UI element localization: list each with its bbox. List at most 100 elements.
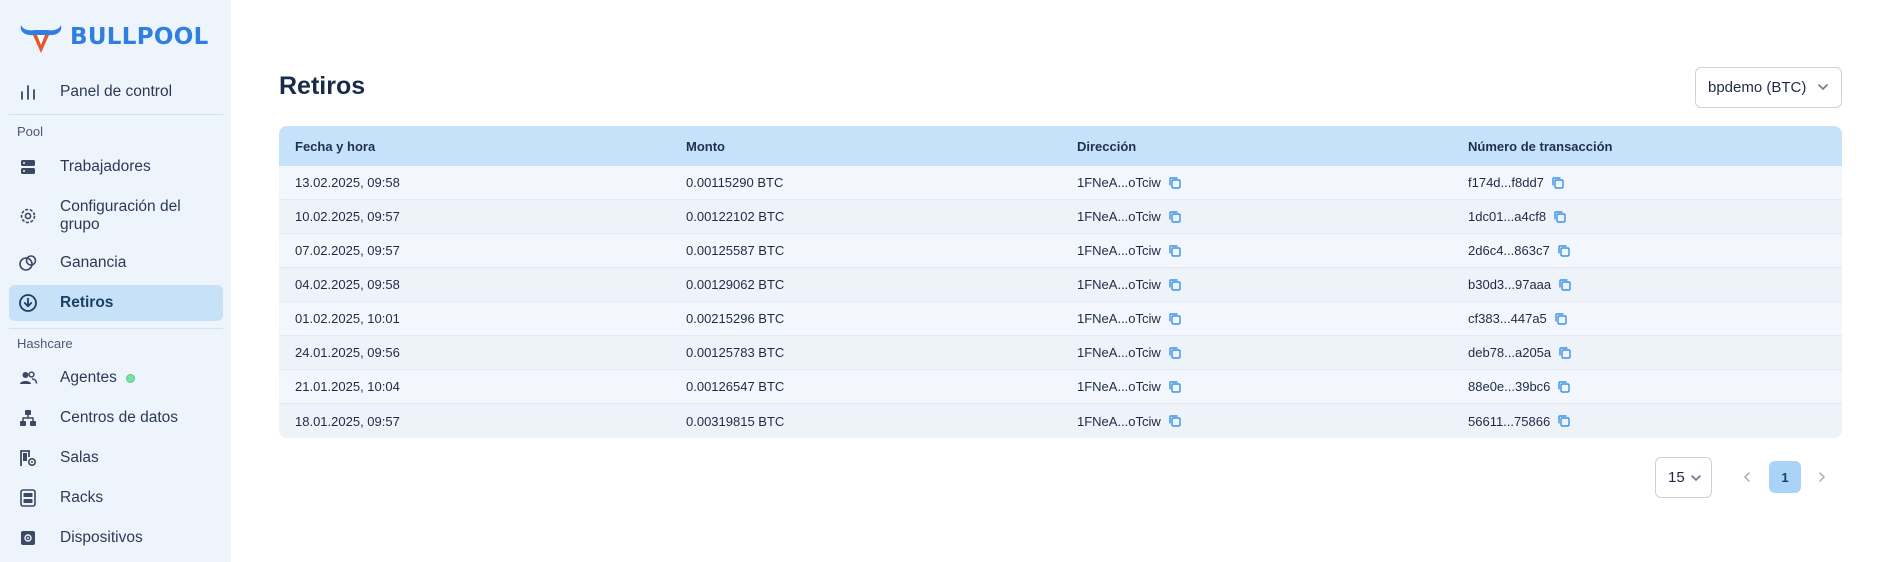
- column-header-date: Fecha y hora: [295, 138, 376, 154]
- table-row: 04.02.2025, 09:58 0.00129062 BTC 1FNeA...o…: [279, 268, 1842, 302]
- sidebar-item-label: Salas: [60, 449, 99, 466]
- transaction-text: deb78...a205a: [1468, 345, 1552, 360]
- account-select-value: bpdemo (BTC): [1708, 79, 1807, 96]
- sidebar-item-label: Agentes: [60, 369, 117, 386]
- cell-transaction: 1dc01...a4cf8: [1468, 209, 1567, 224]
- cell-amount: 0.00122102 BTC: [686, 209, 785, 224]
- chevron-right-icon: [1819, 472, 1826, 482]
- cell-amount: 0.00125783 BTC: [686, 345, 785, 360]
- copy-icon[interactable]: [1558, 346, 1572, 360]
- sidebar-item-panel-de-control[interactable]: Panel de control: [9, 80, 223, 104]
- sidebar-item-racks[interactable]: Racks: [9, 486, 223, 510]
- copy-icon[interactable]: [1168, 244, 1182, 258]
- transaction-text: b30d3...97aaa: [1468, 277, 1552, 292]
- transaction-text: 2d6c4...863c7: [1468, 243, 1550, 258]
- sidebar-item-label: Retiros: [60, 294, 114, 311]
- cell-transaction: deb78...a205a: [1468, 345, 1572, 360]
- chevron-left-icon: [1743, 472, 1750, 482]
- cell-address: 1FNeA...oTciw: [1077, 175, 1182, 190]
- transaction-text: cf383...447a5: [1468, 311, 1547, 326]
- sidebar: BULLPOOL Panel de control Pool Trabajado…: [0, 0, 231, 562]
- copy-icon[interactable]: [1168, 278, 1182, 292]
- next-page-button[interactable]: [1814, 465, 1830, 489]
- account-select[interactable]: bpdemo (BTC): [1695, 67, 1842, 108]
- sidebar-item-label: Trabajadores: [60, 158, 151, 175]
- cell-address: 1FNeA...oTciw: [1077, 209, 1182, 224]
- copy-icon[interactable]: [1554, 312, 1568, 326]
- room-settings-icon: [17, 447, 39, 469]
- cell-address: 1FNeA...oTciw: [1077, 345, 1182, 360]
- table-header: Fecha y hora Monto Dirección Número de t…: [279, 126, 1842, 166]
- chip-icon: [17, 527, 39, 549]
- chevron-down-icon: [1818, 84, 1828, 91]
- sidebar-divider: [9, 328, 223, 329]
- table-row: 01.02.2025, 10:01 0.00215296 BTC 1FNeA...o…: [279, 302, 1842, 336]
- cell-transaction: 2d6c4...863c7: [1468, 243, 1571, 258]
- previous-page-button[interactable]: [1739, 465, 1755, 489]
- sidebar-item-salas[interactable]: Salas: [9, 446, 223, 470]
- copy-icon[interactable]: [1551, 176, 1565, 190]
- cell-address: 1FNeA...oTciw: [1077, 379, 1182, 394]
- address-text: 1FNeA...oTciw: [1077, 243, 1161, 258]
- sidebar-item-agentes[interactable]: Agentes: [9, 366, 223, 390]
- cell-transaction: cf383...447a5: [1468, 311, 1568, 326]
- cell-date: 18.01.2025, 09:57: [295, 413, 400, 429]
- copy-icon[interactable]: [1168, 210, 1182, 224]
- cell-date: 07.02.2025, 09:57: [295, 243, 400, 258]
- sidebar-item-label: Centros de datos: [60, 409, 179, 426]
- copy-icon[interactable]: [1557, 244, 1571, 258]
- copy-icon[interactable]: [1168, 346, 1182, 360]
- copy-icon[interactable]: [1553, 210, 1567, 224]
- cell-amount: 0.00126547 BTC: [686, 379, 785, 394]
- page-title: Retiros: [279, 72, 366, 100]
- gear-icon: [17, 205, 39, 227]
- cell-address: 1FNeA...oTciw: [1077, 277, 1182, 292]
- address-text: 1FNeA...oTciw: [1077, 413, 1161, 429]
- sidebar-item-retiros[interactable]: Retiros: [9, 285, 223, 321]
- cell-transaction: 88e0e...39bc6: [1468, 379, 1571, 394]
- page-size-select[interactable]: 15: [1655, 457, 1712, 498]
- bar-chart-icon: [17, 81, 39, 103]
- copy-icon[interactable]: [1168, 176, 1182, 190]
- coins-icon: [17, 252, 39, 274]
- sidebar-item-centros-de-datos[interactable]: Centros de datos: [9, 406, 223, 430]
- rack-icon: [17, 487, 39, 509]
- cell-date: 13.02.2025, 09:58: [295, 175, 400, 190]
- sidebar-item-dispositivos[interactable]: Dispositivos: [9, 526, 223, 550]
- bull-logo-icon: [20, 25, 62, 53]
- table-row: 10.02.2025, 09:57 0.00122102 BTC 1FNeA...o…: [279, 200, 1842, 234]
- sidebar-item-label: Panel de control: [60, 83, 173, 100]
- table-row: 13.02.2025, 09:58 0.00115290 BTC 1FNeA...o…: [279, 166, 1842, 200]
- copy-icon[interactable]: [1557, 414, 1571, 428]
- sidebar-item-label: Ganancia: [60, 254, 127, 271]
- column-header-amount: Monto: [686, 138, 725, 154]
- copy-icon[interactable]: [1168, 380, 1182, 394]
- cell-address: 1FNeA...oTciw: [1077, 311, 1182, 326]
- transaction-text: 88e0e...39bc6: [1468, 379, 1551, 394]
- cell-address: 1FNeA...oTciw: [1077, 243, 1182, 258]
- address-text: 1FNeA...oTciw: [1077, 379, 1161, 394]
- cell-transaction: b30d3...97aaa: [1468, 277, 1572, 292]
- copy-icon[interactable]: [1558, 278, 1572, 292]
- server-icon: [17, 156, 39, 178]
- address-text: 1FNeA...oTciw: [1077, 209, 1161, 224]
- sidebar-divider: [9, 114, 223, 115]
- sidebar-item-label: Configuración del grupo: [60, 198, 181, 233]
- online-status-dot: [125, 373, 135, 383]
- table-body: 13.02.2025, 09:58 0.00115290 BTC 1FNeA...o…: [279, 166, 1842, 438]
- hierarchy-icon: [17, 407, 39, 429]
- bullpool-logo[interactable]: BULLPOOL: [17, 19, 209, 55]
- copy-icon[interactable]: [1168, 414, 1182, 428]
- sidebar-item-configuracion-del-grupo[interactable]: Configuración del grupo: [9, 196, 223, 236]
- sidebar-item-trabajadores[interactable]: Trabajadores: [9, 155, 223, 179]
- download-circle-icon: [17, 292, 39, 314]
- brand-name: BULLPOOL: [70, 24, 209, 50]
- copy-icon[interactable]: [1168, 312, 1182, 326]
- cell-date: 01.02.2025, 10:01: [295, 311, 400, 326]
- page-button-current[interactable]: 1: [1769, 461, 1801, 493]
- transaction-text: 1dc01...a4cf8: [1468, 209, 1547, 224]
- sidebar-item-ganancia[interactable]: Ganancia: [9, 251, 223, 275]
- transaction-text: f174d...f8dd7: [1468, 175, 1544, 190]
- table-row: 24.01.2025, 09:56 0.00125783 BTC 1FNeA...o…: [279, 336, 1842, 370]
- copy-icon[interactable]: [1557, 380, 1571, 394]
